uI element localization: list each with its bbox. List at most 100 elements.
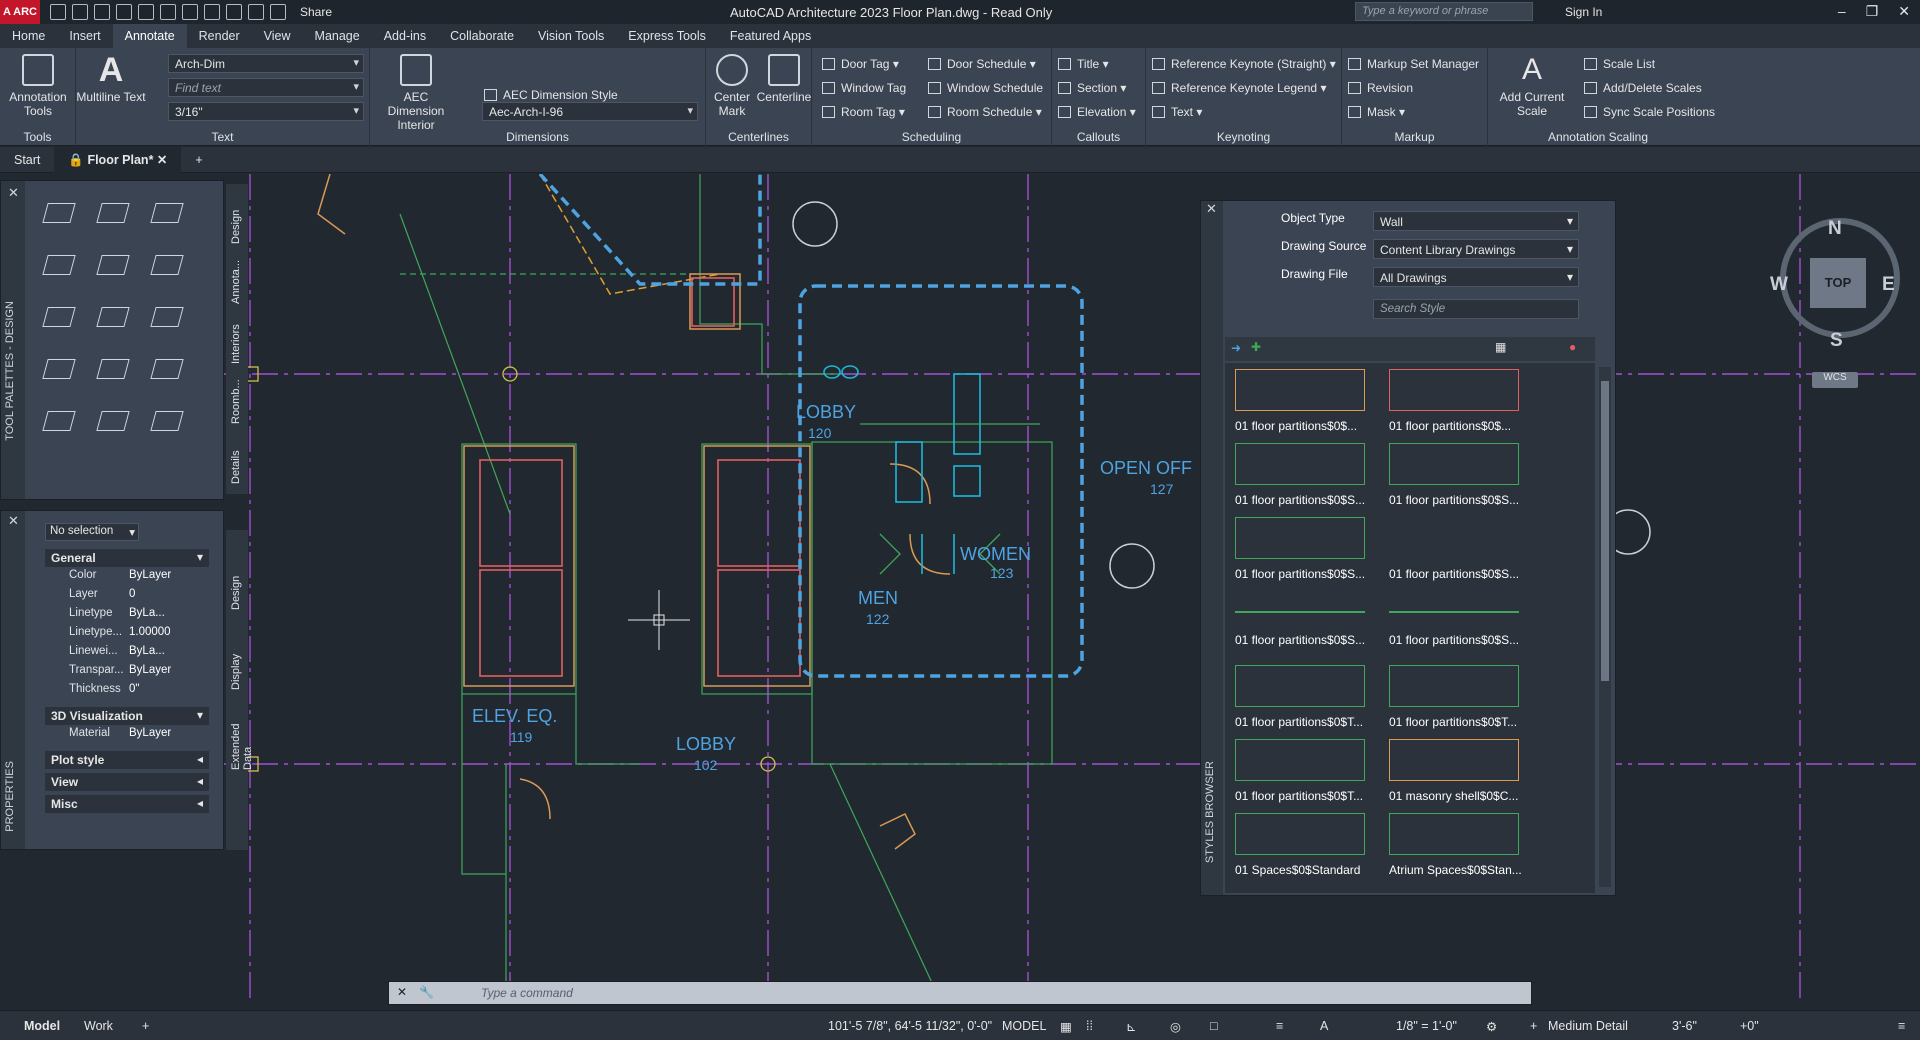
tab-start[interactable]: Start: [0, 147, 54, 173]
tab-insert[interactable]: Insert: [57, 24, 112, 48]
door-tag-button[interactable]: Door Tag ▾: [822, 57, 899, 71]
properties-tab-design[interactable]: Design: [230, 540, 242, 610]
tool-item-11[interactable]: [89, 345, 137, 393]
drawing-file-select[interactable]: All Drawings: [1373, 267, 1579, 287]
section-general[interactable]: General ▾: [45, 549, 209, 567]
wcs-menu[interactable]: WCS: [1812, 372, 1858, 388]
selection-select[interactable]: No selection: [45, 523, 139, 541]
palette-tab-details[interactable]: Details: [230, 432, 242, 484]
share-button[interactable]: Share: [300, 5, 332, 19]
tool-item-9[interactable]: [143, 293, 191, 341]
palette-tab-design[interactable]: Design: [230, 192, 242, 244]
prop-row-material[interactable]: Material ByLayer: [45, 727, 209, 745]
prop-row-linetype-scale[interactable]: Linetype... 1.00000: [45, 626, 209, 644]
annotation-tools-button[interactable]: Annotation Tools: [3, 54, 73, 118]
tab-render[interactable]: Render: [187, 24, 252, 48]
center-mark-button[interactable]: Center Mark: [706, 54, 758, 118]
tool-item-13[interactable]: [35, 397, 83, 445]
tab-featured-apps[interactable]: Featured Apps: [718, 24, 823, 48]
import-style-icon[interactable]: ➜: [1231, 341, 1241, 355]
tab-add-ins[interactable]: Add-ins: [372, 24, 438, 48]
style-item[interactable]: 01 floor partitions$0$S...: [1225, 443, 1373, 507]
undo-icon[interactable]: [204, 4, 220, 20]
add-style-icon[interactable]: ✚: [1251, 340, 1261, 354]
save-web-icon[interactable]: [160, 4, 176, 20]
workspace-icon[interactable]: [270, 4, 286, 20]
tool-item-10[interactable]: [35, 345, 83, 393]
scale-list-button[interactable]: Scale List: [1584, 57, 1655, 71]
compass-north[interactable]: N: [1828, 218, 1842, 240]
prop-row-color[interactable]: Color ByLayer: [45, 569, 209, 587]
prop-row-lineweight[interactable]: Linewei... ByLa...: [45, 645, 209, 663]
drawing-source-select[interactable]: Content Library Drawings: [1373, 239, 1579, 259]
style-item[interactable]: 01 floor partitions$0$S...: [1225, 591, 1373, 647]
tool-item-7[interactable]: [35, 293, 83, 341]
keynote-text-button[interactable]: Text ▾: [1152, 105, 1202, 119]
window-schedule-button[interactable]: Window Schedule: [928, 81, 1043, 95]
tab-work[interactable]: Work: [84, 1019, 113, 1033]
properties-tab-display[interactable]: Display: [230, 620, 242, 690]
add-layout-button[interactable]: +: [142, 1019, 149, 1033]
snap-icon[interactable]: ⁞⁞: [1086, 1019, 1093, 1033]
style-search-input[interactable]: Search Style: [1373, 299, 1579, 319]
tab-manage[interactable]: Manage: [303, 24, 372, 48]
style-item[interactable]: 01 Spaces$0$Standard: [1225, 813, 1373, 877]
add-delete-scales-button[interactable]: Add/Delete Scales: [1584, 81, 1702, 95]
close-properties-icon[interactable]: ✕: [8, 513, 19, 529]
add-icon[interactable]: +: [1530, 1019, 1537, 1033]
prop-row-transparency[interactable]: Transpar... ByLayer: [45, 664, 209, 682]
style-item[interactable]: 01 floor partitions$0$...: [1225, 369, 1373, 433]
tab-floor-plan[interactable]: 🔒 Floor Plan* ✕: [54, 146, 182, 173]
tab-express-tools[interactable]: Express Tools: [616, 24, 718, 48]
elevation-readout[interactable]: 3'-6": [1672, 1019, 1697, 1033]
prop-row-thickness[interactable]: Thickness 0": [45, 683, 209, 701]
tool-item-6[interactable]: [143, 241, 191, 289]
window-tag-button[interactable]: Window Tag: [822, 81, 906, 95]
tool-item-4[interactable]: [35, 241, 83, 289]
tool-item-14[interactable]: [89, 397, 137, 445]
prop-row-layer[interactable]: Layer 0: [45, 588, 209, 606]
z-offset-readout[interactable]: +0": [1740, 1019, 1759, 1033]
tool-item-3[interactable]: [143, 189, 191, 237]
close-palette-icon[interactable]: ✕: [8, 185, 19, 201]
compass-east[interactable]: E: [1882, 274, 1895, 296]
sync-scale-positions-button[interactable]: Sync Scale Positions: [1584, 105, 1715, 119]
door-schedule-button[interactable]: Door Schedule ▾: [928, 57, 1036, 71]
plot-icon[interactable]: [182, 4, 198, 20]
centerline-button[interactable]: Centerline: [754, 54, 814, 104]
command-input[interactable]: Type a command: [481, 986, 573, 1000]
style-item[interactable]: 01 floor partitions$0$...: [1379, 369, 1527, 433]
annotation-visibility-icon[interactable]: A: [1320, 1019, 1328, 1033]
close-styles-browser-icon[interactable]: ✕: [1206, 201, 1217, 217]
minimize-icon[interactable]: –: [1838, 3, 1846, 20]
compass-west[interactable]: W: [1770, 274, 1788, 296]
palette-tab-annotation[interactable]: Annota...: [230, 252, 242, 304]
text-style-select[interactable]: Arch-Dim: [168, 54, 364, 73]
properties-tab-extended-data[interactable]: Extended Data: [230, 700, 254, 770]
model-space-toggle[interactable]: MODEL: [1002, 1019, 1046, 1033]
osnap-icon[interactable]: □: [1210, 1019, 1218, 1033]
new-tab-button[interactable]: +: [181, 147, 216, 173]
room-schedule-button[interactable]: Room Schedule ▾: [928, 105, 1042, 119]
reference-keynote-legend-button[interactable]: Reference Keynote Legend ▾: [1152, 81, 1326, 95]
palette-tab-roombook[interactable]: Roomb...: [230, 372, 242, 424]
style-item[interactable]: 01 floor partitions$0$S...: [1225, 517, 1373, 581]
tab-view[interactable]: View: [252, 24, 303, 48]
app-menu-button[interactable]: A ARC: [0, 0, 40, 24]
drawing-canvas[interactable]: LOBBY 120 OPEN OFF 127 MEN 122 WOMEN 123…: [0, 174, 1920, 1000]
lineweight-icon[interactable]: ≡: [1276, 1019, 1283, 1033]
settings-gear-icon[interactable]: ⚙: [1486, 1019, 1497, 1034]
multiline-text-button[interactable]: A Multiline Text: [76, 53, 146, 104]
open-icon[interactable]: [72, 4, 88, 20]
add-current-scale-button[interactable]: A Add Current Scale: [1490, 54, 1574, 119]
redo-icon[interactable]: [226, 4, 242, 20]
find-text-input[interactable]: Find text: [168, 78, 364, 97]
mask-button[interactable]: Mask ▾: [1348, 105, 1405, 119]
save-icon[interactable]: [94, 4, 110, 20]
close-tab-icon[interactable]: ✕: [157, 153, 167, 167]
dimension-style-select[interactable]: Aec-Arch-I-96: [482, 102, 698, 121]
style-list-scrollbar[interactable]: [1599, 367, 1611, 887]
tool-item-5[interactable]: [89, 241, 137, 289]
tool-item-1[interactable]: [35, 189, 83, 237]
style-item[interactable]: 01 floor partitions$0$T...: [1379, 665, 1527, 729]
